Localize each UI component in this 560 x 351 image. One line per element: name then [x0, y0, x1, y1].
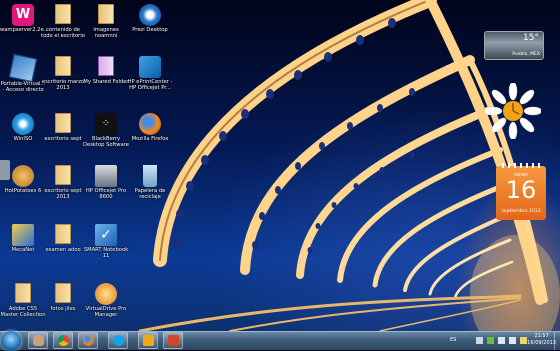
- shared-folder-icon: [95, 56, 117, 78]
- volume-icon[interactable]: [509, 337, 516, 344]
- taskbar-hand-app[interactable]: [28, 332, 48, 349]
- taskbar-chrome[interactable]: [53, 332, 73, 349]
- folder-icon: [52, 56, 74, 78]
- desktop-icon-label: escritorio marzo 2013: [41, 79, 85, 91]
- desktop-icon-fotos-jiles[interactable]: fotos jiles: [40, 283, 86, 312]
- desktop-icon-hp-eprint[interactable]: HP ePrintCenter - HP Officejet Pr...: [127, 56, 173, 91]
- desktop: W wampserver2.2e... Portable-Virtual... …: [0, 0, 560, 331]
- desktop-icon-label: HP ePrintCenter - HP Officejet Pr...: [127, 79, 173, 91]
- hotpotatoes-icon: [12, 165, 34, 187]
- calendar-day: 16: [505, 176, 537, 204]
- taskbar-clock[interactable]: 21:57 16/09/2013: [527, 333, 556, 347]
- tray-expand-icon[interactable]: [476, 337, 483, 344]
- calendar-gadget[interactable]: lunes 16 septiembre 2013: [496, 163, 546, 220]
- skype-icon: [113, 335, 124, 346]
- windows-start-icon[interactable]: [1, 331, 21, 351]
- desktop-icon-label: contenido de todo el escritorio: [41, 27, 85, 39]
- smart-notebook-icon: ✓: [95, 224, 117, 246]
- desktop-icon-examen-adoo[interactable]: examen adoo: [40, 224, 86, 253]
- desktop-icon-label: Papelera de reciclaje: [134, 188, 166, 200]
- chrome-icon: [58, 335, 69, 346]
- desktop-icon-label: examen adoo: [45, 247, 81, 253]
- powerpoint-icon: [168, 335, 179, 346]
- gadget-sidebar-handle[interactable]: [0, 160, 10, 180]
- calendar-month-year: septiembre 2013: [501, 209, 541, 214]
- folder-icon: [52, 113, 74, 135]
- desktop-icon-label: escritorio sept 2013: [44, 188, 82, 200]
- daisy-clock-icon: [483, 81, 543, 141]
- clock-date: 16/09/2013: [527, 340, 556, 346]
- taskbar-firefox[interactable]: [78, 332, 98, 349]
- show-desktop-button[interactable]: [554, 332, 560, 350]
- desktop-icon-label: VirtualDrive Pro Manager: [85, 306, 127, 318]
- recycle-bin-icon: [143, 165, 157, 187]
- folder-icon: [52, 224, 74, 246]
- desktop-icon-label: Mozilla Firefox: [131, 136, 169, 142]
- weather-city: Puebla, MEX: [512, 52, 540, 57]
- desktop-icon-label: HP Officejet Pro 8600: [85, 188, 127, 200]
- hp-eprint-icon: [139, 56, 161, 78]
- weather-gadget[interactable]: 15° Puebla, MEX: [484, 31, 544, 60]
- desktop-icon-hp-officejet[interactable]: HP Officejet Pro 8600: [83, 165, 129, 200]
- firefox-icon: [139, 113, 161, 135]
- language-indicator[interactable]: ES: [450, 337, 456, 343]
- desktop-icon-blackberry[interactable]: ⁘ BlackBerry Desktop Software: [83, 113, 129, 148]
- desktop-icon-my-shared-folder[interactable]: My Shared Folder: [83, 56, 129, 85]
- desktop-icon-virtualdrive[interactable]: VirtualDrive Pro Manager: [83, 283, 129, 318]
- wamp-icon: W: [12, 4, 34, 26]
- desktop-icon-label: fotos jiles: [50, 306, 76, 312]
- calendar-rings: [502, 163, 540, 168]
- prezi-icon: [139, 4, 161, 26]
- taskbar-skype[interactable]: [108, 332, 128, 349]
- network-icon[interactable]: [498, 337, 505, 344]
- folder-icon: [95, 4, 117, 26]
- clock-gadget[interactable]: [483, 81, 543, 141]
- taskbar-powerpoint[interactable]: [163, 332, 183, 349]
- folder-icon: [52, 283, 74, 305]
- desktop-icon-escritorio-marzo[interactable]: escritorio marzo 2013: [40, 56, 86, 91]
- desktop-icon-label: Prezi Desktop: [132, 27, 168, 33]
- printer-icon: [95, 165, 117, 187]
- desktop-icon-imagenes[interactable]: imagenes noamnni: [83, 4, 129, 39]
- taskbar: ES 21:57 16/09/2013: [0, 331, 560, 351]
- desktop-icon-escritorio-sept[interactable]: escritorio sept: [40, 113, 86, 142]
- taskbar-outlook[interactable]: [138, 332, 158, 349]
- firefox-icon: [83, 335, 94, 346]
- desktop-icon-smart-notebook[interactable]: ✓ SMART Notebook 11: [83, 224, 129, 259]
- action-center-icon[interactable]: [520, 337, 527, 344]
- outlook-icon: [143, 335, 154, 346]
- folder-icon: [12, 283, 34, 305]
- desktop-icon-recycle-bin[interactable]: Papelera de reciclaje: [127, 165, 173, 200]
- mecanet-icon: [12, 224, 34, 246]
- desktop-icon-label: BlackBerry Desktop Software: [83, 136, 129, 148]
- desktop-icon-prezi[interactable]: Prezi Desktop: [127, 4, 173, 33]
- folder-icon: [52, 165, 74, 187]
- folder-icon: [52, 4, 74, 26]
- winiso-icon: [12, 113, 34, 135]
- desktop-icon-label: SMART Notebook 11: [83, 247, 129, 259]
- system-tray: ES 21:57 16/09/2013: [446, 332, 560, 350]
- weather-temperature: 15°: [523, 33, 539, 43]
- hand-app-icon: [33, 335, 44, 346]
- blackberry-icon: ⁘: [95, 113, 117, 135]
- desktop-icon-label: imagenes noamnni: [93, 27, 119, 39]
- desktop-icon-escritorio-sept-2013[interactable]: escritorio sept 2013: [40, 165, 86, 200]
- virtualbox-icon: [8, 53, 38, 83]
- desktop-icon-label: escritorio sept: [44, 136, 82, 142]
- desktop-icon-label: My Shared Folder: [83, 79, 129, 85]
- tray-app-icon[interactable]: [487, 337, 494, 344]
- virtualdrive-icon: [95, 283, 117, 305]
- clock-time: 21:57: [534, 333, 549, 339]
- desktop-icon-contenido[interactable]: contenido de todo el escritorio: [40, 4, 86, 39]
- desktop-icon-firefox[interactable]: Mozilla Firefox: [127, 113, 173, 142]
